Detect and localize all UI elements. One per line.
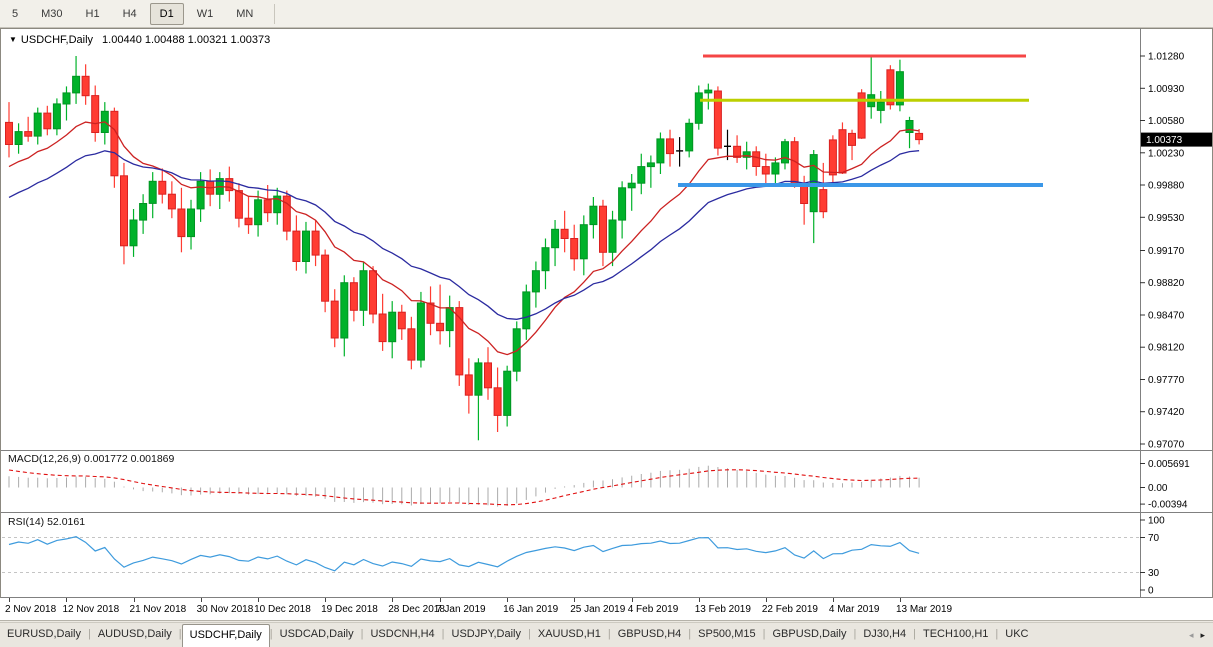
svg-text:1.00373: 1.00373 — [1146, 135, 1183, 146]
trading-terminal-window: 5 M30 H1 H4 D1 W1 MN 1.01280 1.00930 1.00580 1.00… — [0, 0, 1213, 647]
tab-dj30-h4[interactable]: DJ30,H4 — [856, 623, 913, 647]
time-axis-tick — [258, 598, 260, 602]
macd-label: MACD(12,26,9) 0.001772 0.001869 — [8, 453, 175, 465]
time-axis-tick — [200, 598, 202, 602]
rsi-label: RSI(14) 52.0161 — [8, 516, 86, 528]
svg-text:0.97070: 0.97070 — [1148, 440, 1185, 451]
svg-text:30: 30 — [1148, 568, 1160, 579]
time-axis-tick — [9, 598, 10, 602]
svg-text:0.99530: 0.99530 — [1148, 213, 1185, 224]
time-axis-label: 13 Feb 2019 — [694, 604, 751, 615]
time-axis-label: 19 Dec 2018 — [321, 604, 378, 615]
tab-scroll-right-icon[interactable]: ▸ — [1200, 630, 1205, 641]
time-axis-label: 2 Nov 2018 — [5, 604, 57, 615]
svg-text:70: 70 — [1148, 533, 1160, 544]
time-axis-tick — [832, 598, 834, 602]
time-axis-tick — [325, 598, 327, 602]
time-axis-tick — [440, 598, 442, 602]
svg-text:0.97420: 0.97420 — [1148, 407, 1185, 418]
macd-indicator-pane[interactable]: 0.005691 0.00 -0.00394 — [0, 450, 1213, 512]
time-axis-tick — [66, 598, 68, 602]
chart-title: ▼ USDCHF,Daily 1.00440 1.00488 1.00321 1.0… — [9, 34, 270, 46]
time-axis-label: 16 Jan 2019 — [503, 604, 559, 615]
chart-tab-bar: EURUSD,Daily | AUDUSD,Daily | USDCHF,Daily | U… — [0, 622, 1213, 647]
tab-audusd-daily[interactable]: AUDUSD,Daily — [91, 623, 179, 647]
time-axis-label: 10 Dec 2018 — [254, 604, 311, 615]
svg-text:0.99170: 0.99170 — [1148, 246, 1185, 257]
tab-usdchf-daily[interactable]: USDCHF,Daily — [181, 624, 270, 647]
svg-text:100: 100 — [1148, 516, 1165, 527]
time-axis-label: 7 Jan 2019 — [436, 604, 486, 615]
time-axis-tick — [765, 598, 767, 602]
price-chart-pane[interactable]: 1.01280 1.00930 1.00580 1.00230 0.99880 0.995… — [0, 28, 1213, 450]
ohlc-values: 1.00440 1.00488 1.00321 1.00373 — [102, 34, 271, 46]
tab-gbpusd-h4[interactable]: GBPUSD,H4 — [611, 623, 689, 647]
timeframe-h4[interactable]: H4 — [113, 3, 147, 25]
tab-xauusd-h1[interactable]: XAUUSD,H1 — [531, 623, 608, 647]
tab-sp500-m15[interactable]: SP500,M15 — [691, 623, 762, 647]
tab-eurusd-daily[interactable]: EURUSD,Daily — [0, 623, 88, 647]
svg-text:0.98820: 0.98820 — [1148, 278, 1185, 289]
svg-text:1.00930: 1.00930 — [1148, 84, 1185, 95]
time-axis-tick — [631, 598, 633, 602]
tab-usdjpy-daily[interactable]: USDJPY,Daily — [445, 623, 529, 647]
tab-scroll-left-icon[interactable]: ◂ — [1189, 630, 1194, 641]
svg-text:0.99880: 0.99880 — [1148, 181, 1185, 192]
time-axis-label: 13 Mar 2019 — [895, 604, 953, 615]
timeframe-m30[interactable]: M30 — [31, 3, 72, 25]
collapse-triangle-icon[interactable]: ▼ — [9, 35, 17, 44]
tab-ukc[interactable]: UKC — [998, 623, 1035, 647]
time-axis-label: 21 Nov 2018 — [129, 604, 187, 615]
svg-text:1.00230: 1.00230 — [1148, 148, 1185, 159]
tab-gbpusd-daily[interactable]: GBPUSD,Daily — [765, 623, 853, 647]
timeframe-d1[interactable]: D1 — [149, 2, 184, 25]
time-axis-label: 12 Nov 2018 — [62, 604, 120, 615]
tab-tech100-h1[interactable]: TECH100,H1 — [916, 623, 995, 647]
time-axis-tick — [133, 598, 135, 602]
time-axis-label: 25 Jan 2019 — [570, 604, 626, 615]
svg-text:1.00580: 1.00580 — [1148, 116, 1185, 127]
time-axis-tick — [392, 598, 394, 602]
time-axis-tick — [507, 598, 509, 602]
svg-text:0.97770: 0.97770 — [1148, 375, 1185, 386]
time-axis-label: 30 Nov 2018 — [196, 604, 254, 615]
tab-usdcad-daily[interactable]: USDCAD,Daily — [273, 623, 361, 647]
tab-usdcnh-h4[interactable]: USDCNH,H4 — [363, 623, 441, 647]
timeframe-5[interactable]: 5 — [2, 3, 28, 25]
rsi-indicator-pane[interactable]: 100 70 30 0 — [0, 512, 1213, 598]
symbol-period-label: USDCHF,Daily — [20, 34, 94, 46]
svg-text:1.01280: 1.01280 — [1148, 52, 1185, 63]
time-axis-tick — [698, 598, 700, 602]
timeframe-mn[interactable]: MN — [226, 3, 263, 25]
current-price-badge: 1.00373 — [1141, 132, 1212, 147]
svg-text:0.005691: 0.005691 — [1148, 459, 1190, 470]
tab-scroll-arrows: ◂ ▸ — [1181, 623, 1213, 647]
svg-text:0.98120: 0.98120 — [1148, 343, 1185, 354]
svg-text:0: 0 — [1148, 586, 1154, 597]
time-axis-tick — [574, 598, 576, 602]
time-axis[interactable]: 2 Nov 2018 12 Nov 2018 21 Nov 2018 30 Nov 2… — [0, 598, 1213, 621]
toolbar-separator — [274, 3, 276, 24]
svg-text:0.00: 0.00 — [1148, 483, 1168, 494]
svg-text:0.98470: 0.98470 — [1148, 311, 1185, 322]
timeframe-w1[interactable]: W1 — [187, 3, 224, 25]
time-axis-label: 4 Mar 2019 — [828, 604, 880, 615]
timeframe-h1[interactable]: H1 — [76, 3, 110, 25]
time-axis-tick — [899, 598, 901, 602]
time-axis-label: 22 Feb 2019 — [761, 604, 818, 615]
svg-text:-0.00394: -0.00394 — [1148, 500, 1188, 511]
time-axis-label: 4 Feb 2019 — [627, 604, 679, 615]
timeframe-toolbar: 5 M30 H1 H4 D1 W1 MN — [0, 0, 1213, 28]
